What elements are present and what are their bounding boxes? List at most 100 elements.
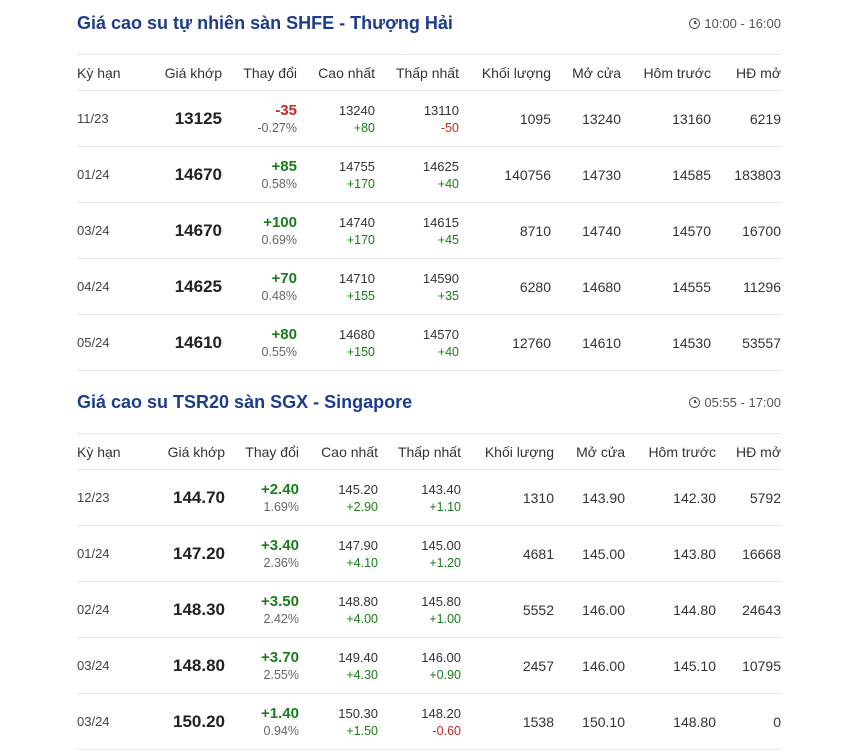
- table-row[interactable]: 03/24 14670 +100 0.69% 14740 +170 14615 +45 8710…: [77, 202, 781, 259]
- volume-cell: 1538: [461, 693, 554, 750]
- trading-hours-text: 05:55 - 17:00: [704, 395, 781, 410]
- volume-cell: 4681: [461, 525, 554, 582]
- table-row[interactable]: 11/23 13125 -35 -0.27% 13240 +80 13110 -50 1095 1…: [77, 90, 781, 147]
- term-cell: 03/24: [77, 202, 137, 259]
- table-row[interactable]: 03/24 150.20 +1.40 0.94% 150.30 +1.50 148.20 -0…: [77, 693, 781, 750]
- col-header-open[interactable]: Mở cửa: [551, 54, 621, 91]
- table-row[interactable]: 12/23 144.70 +2.40 1.69% 145.20 +2.90 143.40 +1…: [77, 469, 781, 526]
- col-header-price[interactable]: Giá khớp: [137, 433, 225, 470]
- table-header-row: Kỳ hạn Giá khớp Thay đổi Cao nhất Thấp n…: [77, 54, 781, 91]
- col-header-term[interactable]: Kỳ hạn: [77, 54, 137, 91]
- table-row[interactable]: 05/24 14610 +80 0.55% 14680 +150 14570 +40 12760…: [77, 314, 781, 371]
- change-cell: +80 0.55%: [222, 314, 297, 371]
- section-title: Giá cao su TSR20 sàn SGX - Singapore: [77, 392, 413, 412]
- col-header-high[interactable]: Cao nhất: [297, 54, 375, 91]
- open-cell: 14740: [551, 202, 621, 259]
- open-interest-cell: 16668: [716, 525, 781, 582]
- open-cell: 150.10: [554, 693, 625, 750]
- low-cell: 14615 +45: [375, 202, 459, 259]
- table-row[interactable]: 01/24 14670 +85 0.58% 14755 +170 14625 +40 14075…: [77, 146, 781, 203]
- volume-cell: 5552: [461, 581, 554, 638]
- high-value: 14755: [338, 158, 375, 174]
- high-value: 147.90: [338, 537, 378, 553]
- low-value: 145.00: [421, 537, 461, 553]
- high-cell: 150.30 +1.50: [299, 693, 378, 750]
- col-header-open[interactable]: Mở cửa: [554, 433, 625, 470]
- change-cell: +70 0.48%: [222, 258, 297, 315]
- high-cell: 14740 +170: [297, 202, 375, 259]
- col-header-low[interactable]: Thấp nhất: [378, 433, 461, 470]
- term-cell: 01/24: [77, 146, 137, 203]
- high-cell: 145.20 +2.90: [299, 469, 378, 526]
- col-header-oi[interactable]: HĐ mở: [716, 433, 781, 470]
- price-cell: 144.70: [137, 469, 225, 526]
- prev-cell: 144.80: [625, 581, 716, 638]
- prev-cell: 14585: [621, 146, 711, 203]
- price-cell: 13125: [137, 90, 222, 147]
- change-cell: +3.70 2.55%: [225, 637, 299, 694]
- low-cell: 14625 +40: [375, 146, 459, 203]
- low-value: 13110: [423, 102, 459, 118]
- change-value: +85: [271, 157, 297, 175]
- col-header-price[interactable]: Giá khớp: [137, 54, 222, 91]
- change-value: +2.40: [261, 480, 299, 498]
- col-header-oi[interactable]: HĐ mở: [711, 54, 781, 91]
- low-value: 14615: [422, 214, 459, 230]
- term-cell: 12/23: [77, 469, 137, 526]
- prev-cell: 14570: [621, 202, 711, 259]
- table-row[interactable]: 03/24 148.80 +3.70 2.55% 149.40 +4.30 146.00 +0…: [77, 637, 781, 694]
- col-header-high[interactable]: Cao nhất: [299, 433, 378, 470]
- open-interest-cell: 53557: [711, 314, 781, 371]
- high-diff: +80: [353, 120, 375, 135]
- col-header-volume[interactable]: Khối lượng: [461, 433, 554, 470]
- low-diff: +0.90: [429, 667, 461, 682]
- low-diff: -50: [440, 120, 459, 135]
- low-diff: +40: [437, 344, 459, 359]
- shfe-section: Giá cao su tự nhiên sàn SHFE - Thượng Hả…: [77, 0, 781, 372]
- change-percent: 2.42%: [263, 611, 299, 626]
- low-value: 146.00: [421, 649, 461, 665]
- col-header-term[interactable]: Kỳ hạn: [77, 433, 137, 470]
- open-cell: 14680: [551, 258, 621, 315]
- price-cell: 148.80: [137, 637, 225, 694]
- open-cell: 145.00: [554, 525, 625, 582]
- table-row[interactable]: 04/24 14625 +70 0.48% 14710 +155 14590 +35 6280 1…: [77, 258, 781, 315]
- table-header-row: Kỳ hạn Giá khớp Thay đổi Cao nhất Thấp n…: [77, 433, 781, 470]
- open-interest-cell: 6219: [711, 90, 781, 147]
- change-percent: 1.69%: [263, 499, 299, 514]
- change-cell: +1.40 0.94%: [225, 693, 299, 750]
- open-cell: 143.90: [554, 469, 625, 526]
- low-value: 14570: [422, 326, 459, 342]
- col-header-prev[interactable]: Hôm trước: [625, 433, 716, 470]
- change-value: +3.50: [261, 592, 299, 610]
- low-value: 145.80: [421, 593, 461, 609]
- col-header-low[interactable]: Thấp nhất: [375, 54, 459, 91]
- low-value: 14590: [422, 270, 459, 286]
- high-diff: +150: [346, 344, 375, 359]
- volume-cell: 1095: [459, 90, 551, 147]
- low-diff: -0.60: [432, 723, 462, 738]
- trading-hours: 05:55 - 17:00: [689, 395, 781, 410]
- high-diff: +170: [346, 176, 375, 191]
- low-diff: +1.10: [429, 499, 461, 514]
- volume-cell: 1310: [461, 469, 554, 526]
- term-cell: 04/24: [77, 258, 137, 315]
- open-interest-cell: 11296: [711, 258, 781, 315]
- col-header-change[interactable]: Thay đổi: [225, 433, 299, 470]
- table-row[interactable]: 02/24 148.30 +3.50 2.42% 148.80 +4.00 145.80 +1…: [77, 581, 781, 638]
- open-interest-cell: 16700: [711, 202, 781, 259]
- price-cell: 14670: [137, 202, 222, 259]
- high-value: 148.80: [338, 593, 378, 609]
- col-header-change[interactable]: Thay đổi: [222, 54, 297, 91]
- high-cell: 14755 +170: [297, 146, 375, 203]
- table-row[interactable]: 01/24 147.20 +3.40 2.36% 147.90 +4.10 145.00 +1…: [77, 525, 781, 582]
- col-header-volume[interactable]: Khối lượng: [459, 54, 551, 91]
- col-header-prev[interactable]: Hôm trước: [621, 54, 711, 91]
- low-cell: 14570 +40: [375, 314, 459, 371]
- open-interest-cell: 5792: [716, 469, 781, 526]
- high-cell: 14710 +155: [297, 258, 375, 315]
- change-percent: 2.55%: [263, 667, 299, 682]
- change-cell: +3.50 2.42%: [225, 581, 299, 638]
- price-cell: 148.30: [137, 581, 225, 638]
- volume-cell: 140756: [459, 146, 551, 203]
